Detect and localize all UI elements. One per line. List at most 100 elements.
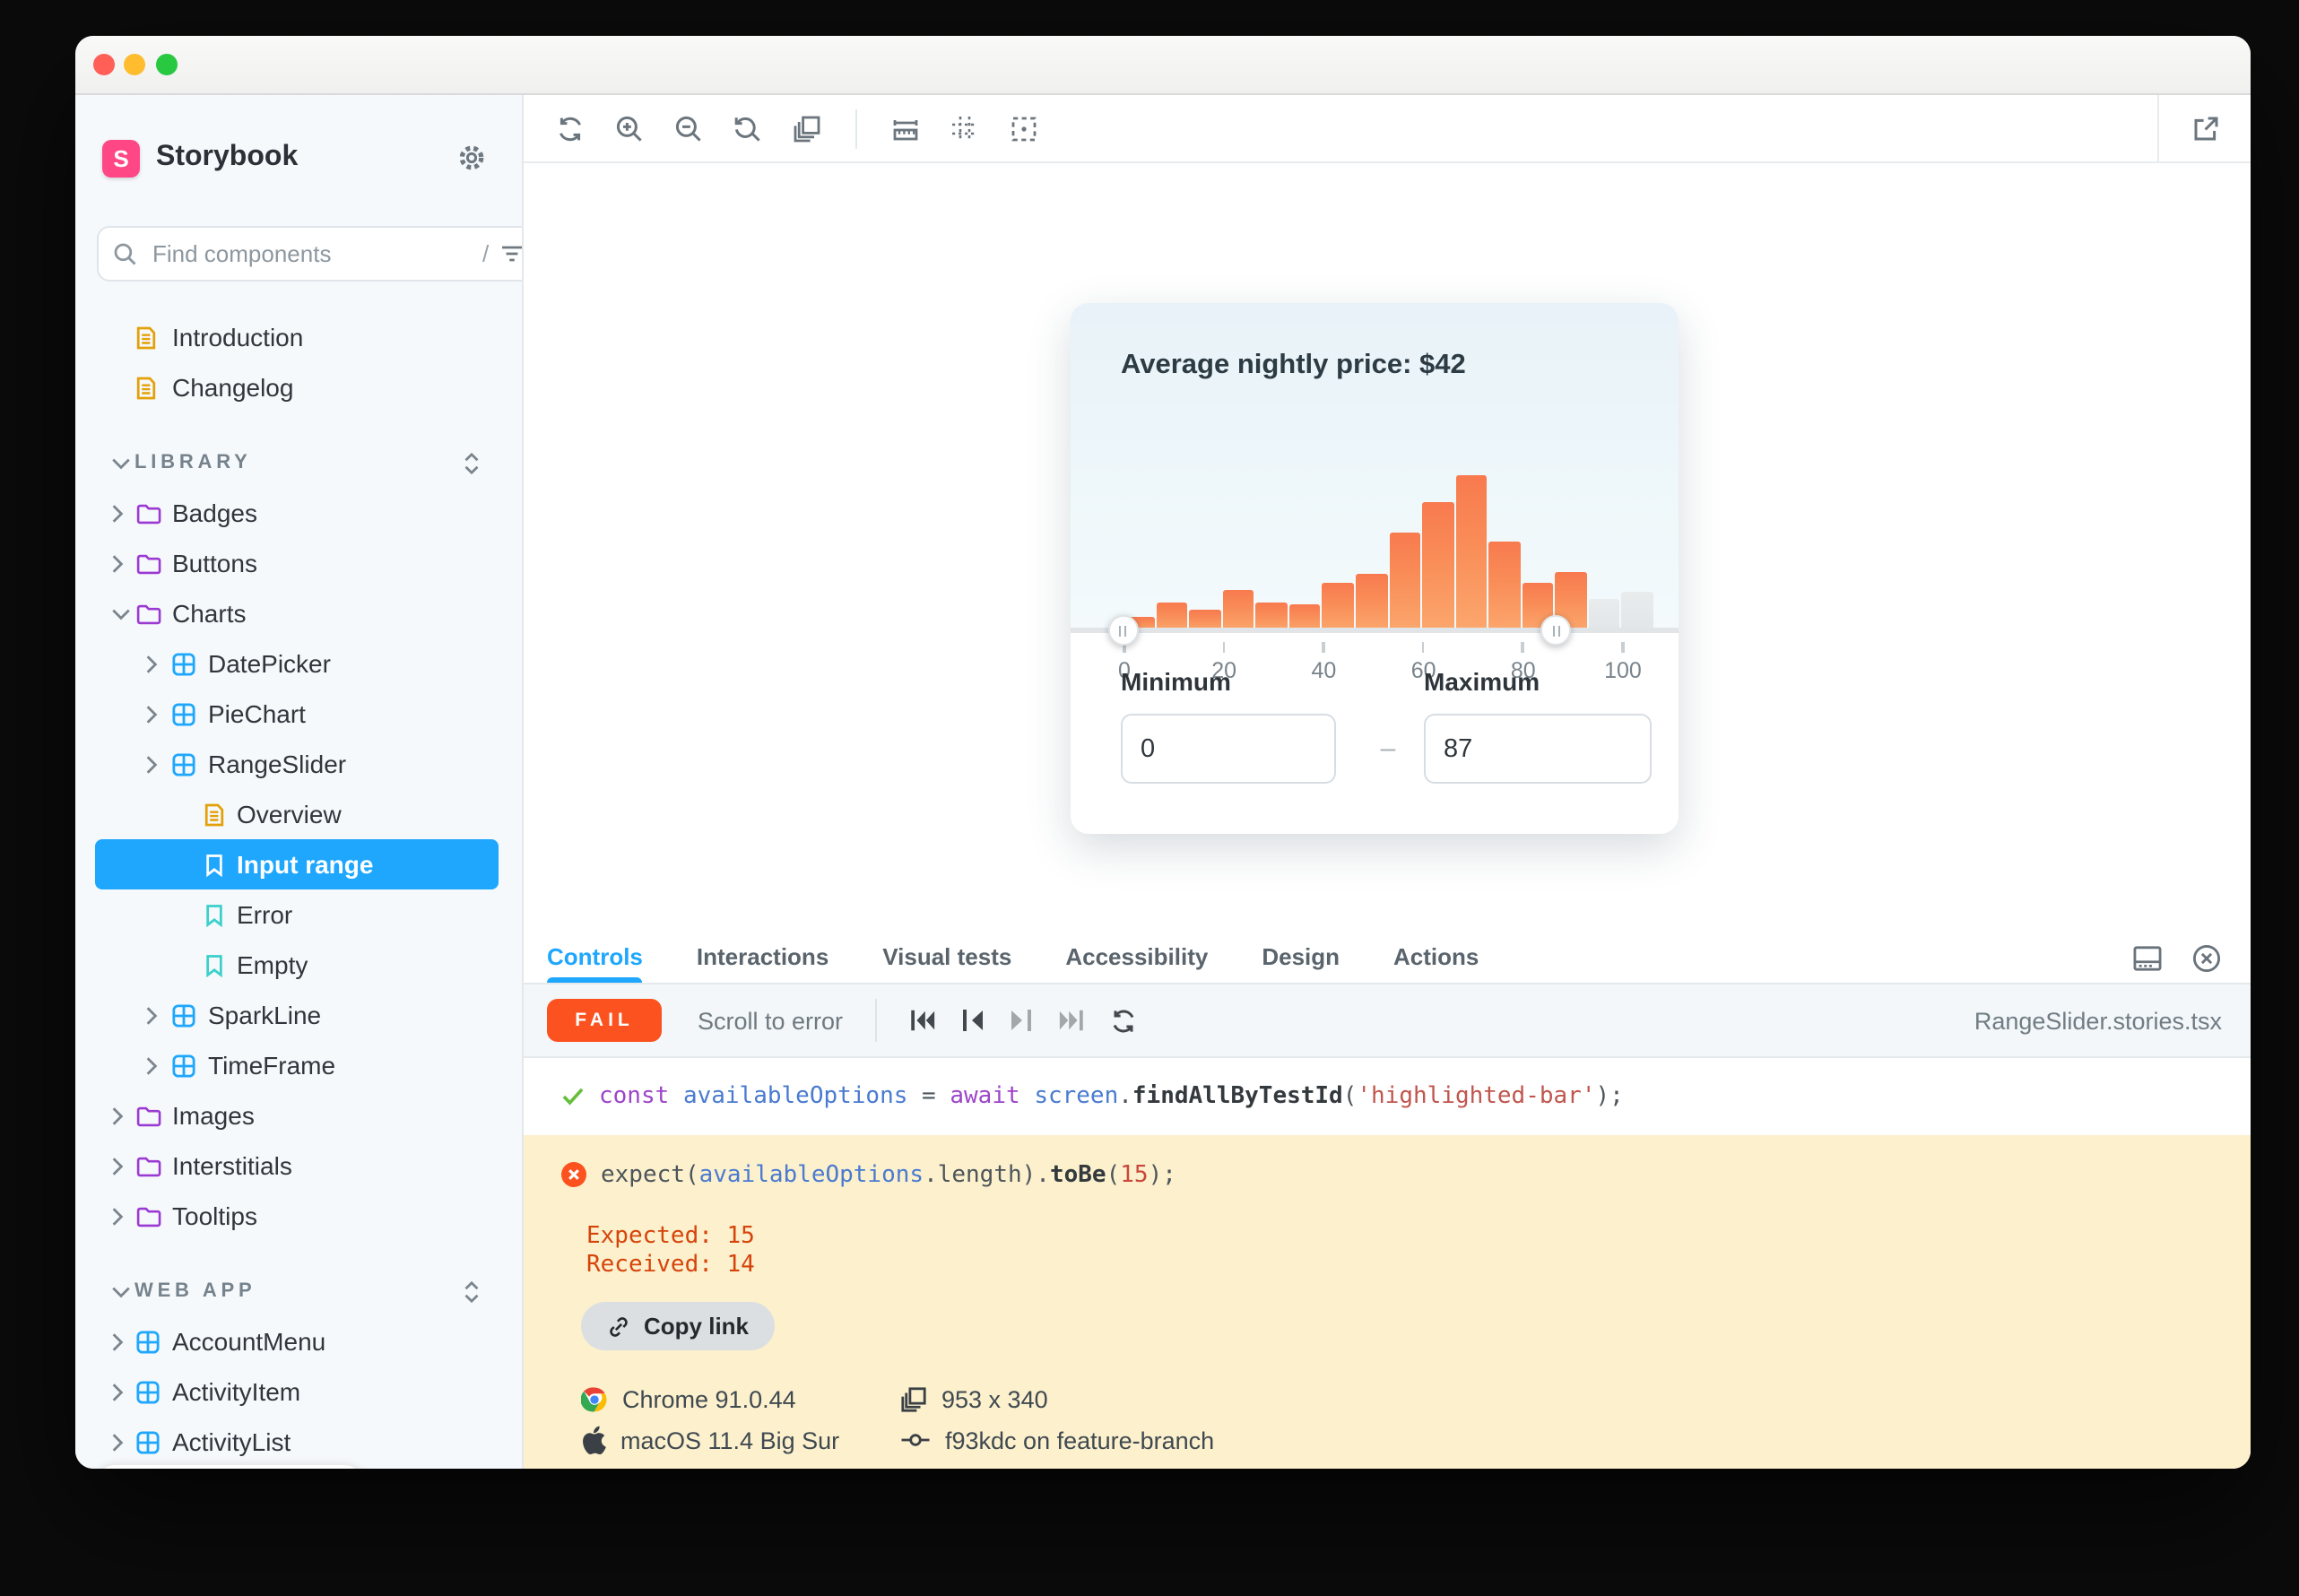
apple-icon (581, 1426, 606, 1454)
sidebar-item-images[interactable]: Images (75, 1090, 522, 1141)
chevron-right-icon (111, 503, 124, 523)
link-icon (606, 1314, 631, 1339)
viewport-info: 953 x 340 (941, 1385, 1048, 1412)
app-main: S Storybook / IntroductionChangelog LIBRA… (75, 95, 2251, 1469)
sidebar-item-badges[interactable]: Badges (75, 488, 522, 538)
sidebar-item-buttons[interactable]: Buttons (75, 538, 522, 588)
histogram-bar (1622, 592, 1653, 631)
scroll-to-error-button[interactable]: Scroll to error (698, 1007, 843, 1034)
expand-collapse-icon[interactable] (463, 451, 481, 474)
go-back-icon[interactable] (961, 1008, 985, 1033)
minimum-input[interactable] (1121, 714, 1336, 784)
folder-icon (136, 602, 161, 625)
minimum-label: Minimum (1121, 667, 1231, 696)
commit-icon (900, 1429, 931, 1451)
sidebar-item-activitylist[interactable]: ActivityList (75, 1417, 522, 1467)
document-icon (136, 325, 156, 349)
viewport-icon (900, 1385, 927, 1412)
sidebar-item-input-range[interactable]: Input range (75, 839, 522, 889)
tab-actions[interactable]: Actions (1393, 931, 1479, 983)
filter-icon[interactable] (499, 244, 523, 264)
maximum-input[interactable] (1424, 714, 1652, 784)
slider-track (1071, 628, 1679, 633)
sidebar-item-changelog[interactable]: Changelog (75, 362, 522, 412)
tab-accessibility[interactable]: Accessibility (1065, 931, 1208, 983)
chevron-right-icon (111, 553, 124, 573)
sidebar-section-library[interactable]: LIBRARY (75, 438, 522, 488)
expand-collapse-icon[interactable] (463, 1279, 481, 1303)
search-input[interactable] (149, 239, 472, 269)
zoom-window-button[interactable] (156, 54, 178, 75)
grid-icon[interactable] (950, 114, 979, 143)
sidebar-item-overview[interactable]: Overview (75, 789, 522, 839)
sidebar-item-error[interactable]: Error (75, 889, 522, 940)
tab-interactions[interactable]: Interactions (697, 931, 829, 983)
chevron-right-icon (145, 1055, 158, 1075)
change-size-icon[interactable] (793, 114, 821, 143)
sidebar-item-datepicker[interactable]: DatePicker (75, 638, 522, 689)
chevron-down-icon (111, 1285, 131, 1297)
tab-visual-tests[interactable]: Visual tests (882, 931, 1011, 983)
zoom-out-icon[interactable] (674, 114, 703, 143)
tab-design[interactable]: Design (1262, 931, 1340, 983)
back-to-chromatic-button[interactable]: Back to Chromatic (93, 1463, 367, 1469)
rerun-icon[interactable] (1110, 1007, 1137, 1034)
histogram (1123, 475, 1653, 631)
go-to-end-icon[interactable] (1058, 1008, 1085, 1033)
minimize-window-button[interactable] (124, 54, 145, 75)
outline-icon[interactable] (1010, 114, 1038, 143)
sidebar-item-sparkline[interactable]: SparkLine (75, 990, 522, 1040)
sidebar-item-rangeslider[interactable]: RangeSlider (75, 739, 522, 789)
sidebar-item-interstitials[interactable]: Interstitials (75, 1141, 522, 1191)
canvas-toolbar (524, 95, 2251, 163)
open-external-icon[interactable] (2191, 115, 2219, 143)
toolbar-right (2157, 95, 2251, 163)
histogram-bar (1356, 574, 1387, 631)
error-icon (561, 1162, 586, 1187)
storybook-window: S Storybook / IntroductionChangelog LIBRA… (75, 36, 2251, 1469)
sidebar-item-tooltips[interactable]: Tooltips (75, 1191, 522, 1241)
zoom-in-icon[interactable] (615, 114, 644, 143)
go-to-start-icon[interactable] (909, 1008, 936, 1033)
test-status-row: FAIL Scroll to error RangeSlider.stories… (524, 984, 2251, 1058)
comp-icon (136, 1380, 160, 1403)
status-badge: FAIL (547, 999, 662, 1042)
histogram-bar (1589, 598, 1620, 631)
histogram-bar (1422, 502, 1453, 631)
sidebar-item-introduction[interactable]: Introduction (75, 312, 522, 362)
search-box[interactable]: / (97, 226, 524, 282)
zoom-reset-icon[interactable] (733, 114, 762, 143)
assertion-detail: Expected: 15 Received: 14 (586, 1223, 2251, 1279)
sidebar-section-web-app[interactable]: WEB APP (75, 1266, 522, 1316)
chevron-down-icon (111, 456, 131, 469)
sidebar-item-activityitem[interactable]: ActivityItem (75, 1366, 522, 1417)
slider-handle-max[interactable] (1541, 615, 1572, 646)
bookmark-icon (204, 903, 224, 926)
gear-icon[interactable] (457, 143, 486, 172)
sidebar-item-accountmenu[interactable]: AccountMenu (75, 1316, 522, 1366)
playback-controls (909, 1007, 1137, 1034)
sidebar-header: S Storybook (75, 95, 522, 185)
failed-step: expect(availableOptions.length).toBe(15)… (524, 1151, 2251, 1198)
close-panel-icon[interactable] (2191, 942, 2222, 973)
comp-icon (172, 652, 195, 675)
comp-icon (172, 702, 195, 725)
sidebar-item-timeframe[interactable]: TimeFrame (75, 1040, 522, 1090)
os-info: macOS 11.4 Big Sur (620, 1427, 839, 1453)
sidebar-item-piechart[interactable]: PieChart (75, 689, 522, 739)
go-forward-icon[interactable] (1010, 1008, 1033, 1033)
sidebar-item-empty[interactable]: Empty (75, 940, 522, 990)
slider-handle-min[interactable] (1107, 615, 1138, 646)
bookmark-icon (204, 953, 224, 976)
tab-controls[interactable]: Controls (547, 931, 643, 983)
chevron-right-icon (111, 1382, 124, 1401)
close-window-button[interactable] (93, 54, 115, 75)
sidebar-item-charts[interactable]: Charts (75, 588, 522, 638)
chevron-right-icon (145, 654, 158, 673)
folder-icon (136, 1104, 161, 1127)
measure-icon[interactable] (891, 114, 920, 143)
remount-icon[interactable] (556, 114, 585, 143)
histogram-bar (1323, 583, 1354, 631)
copy-link-button[interactable]: Copy link (581, 1302, 774, 1350)
change-panel-position-icon[interactable] (2132, 944, 2163, 971)
